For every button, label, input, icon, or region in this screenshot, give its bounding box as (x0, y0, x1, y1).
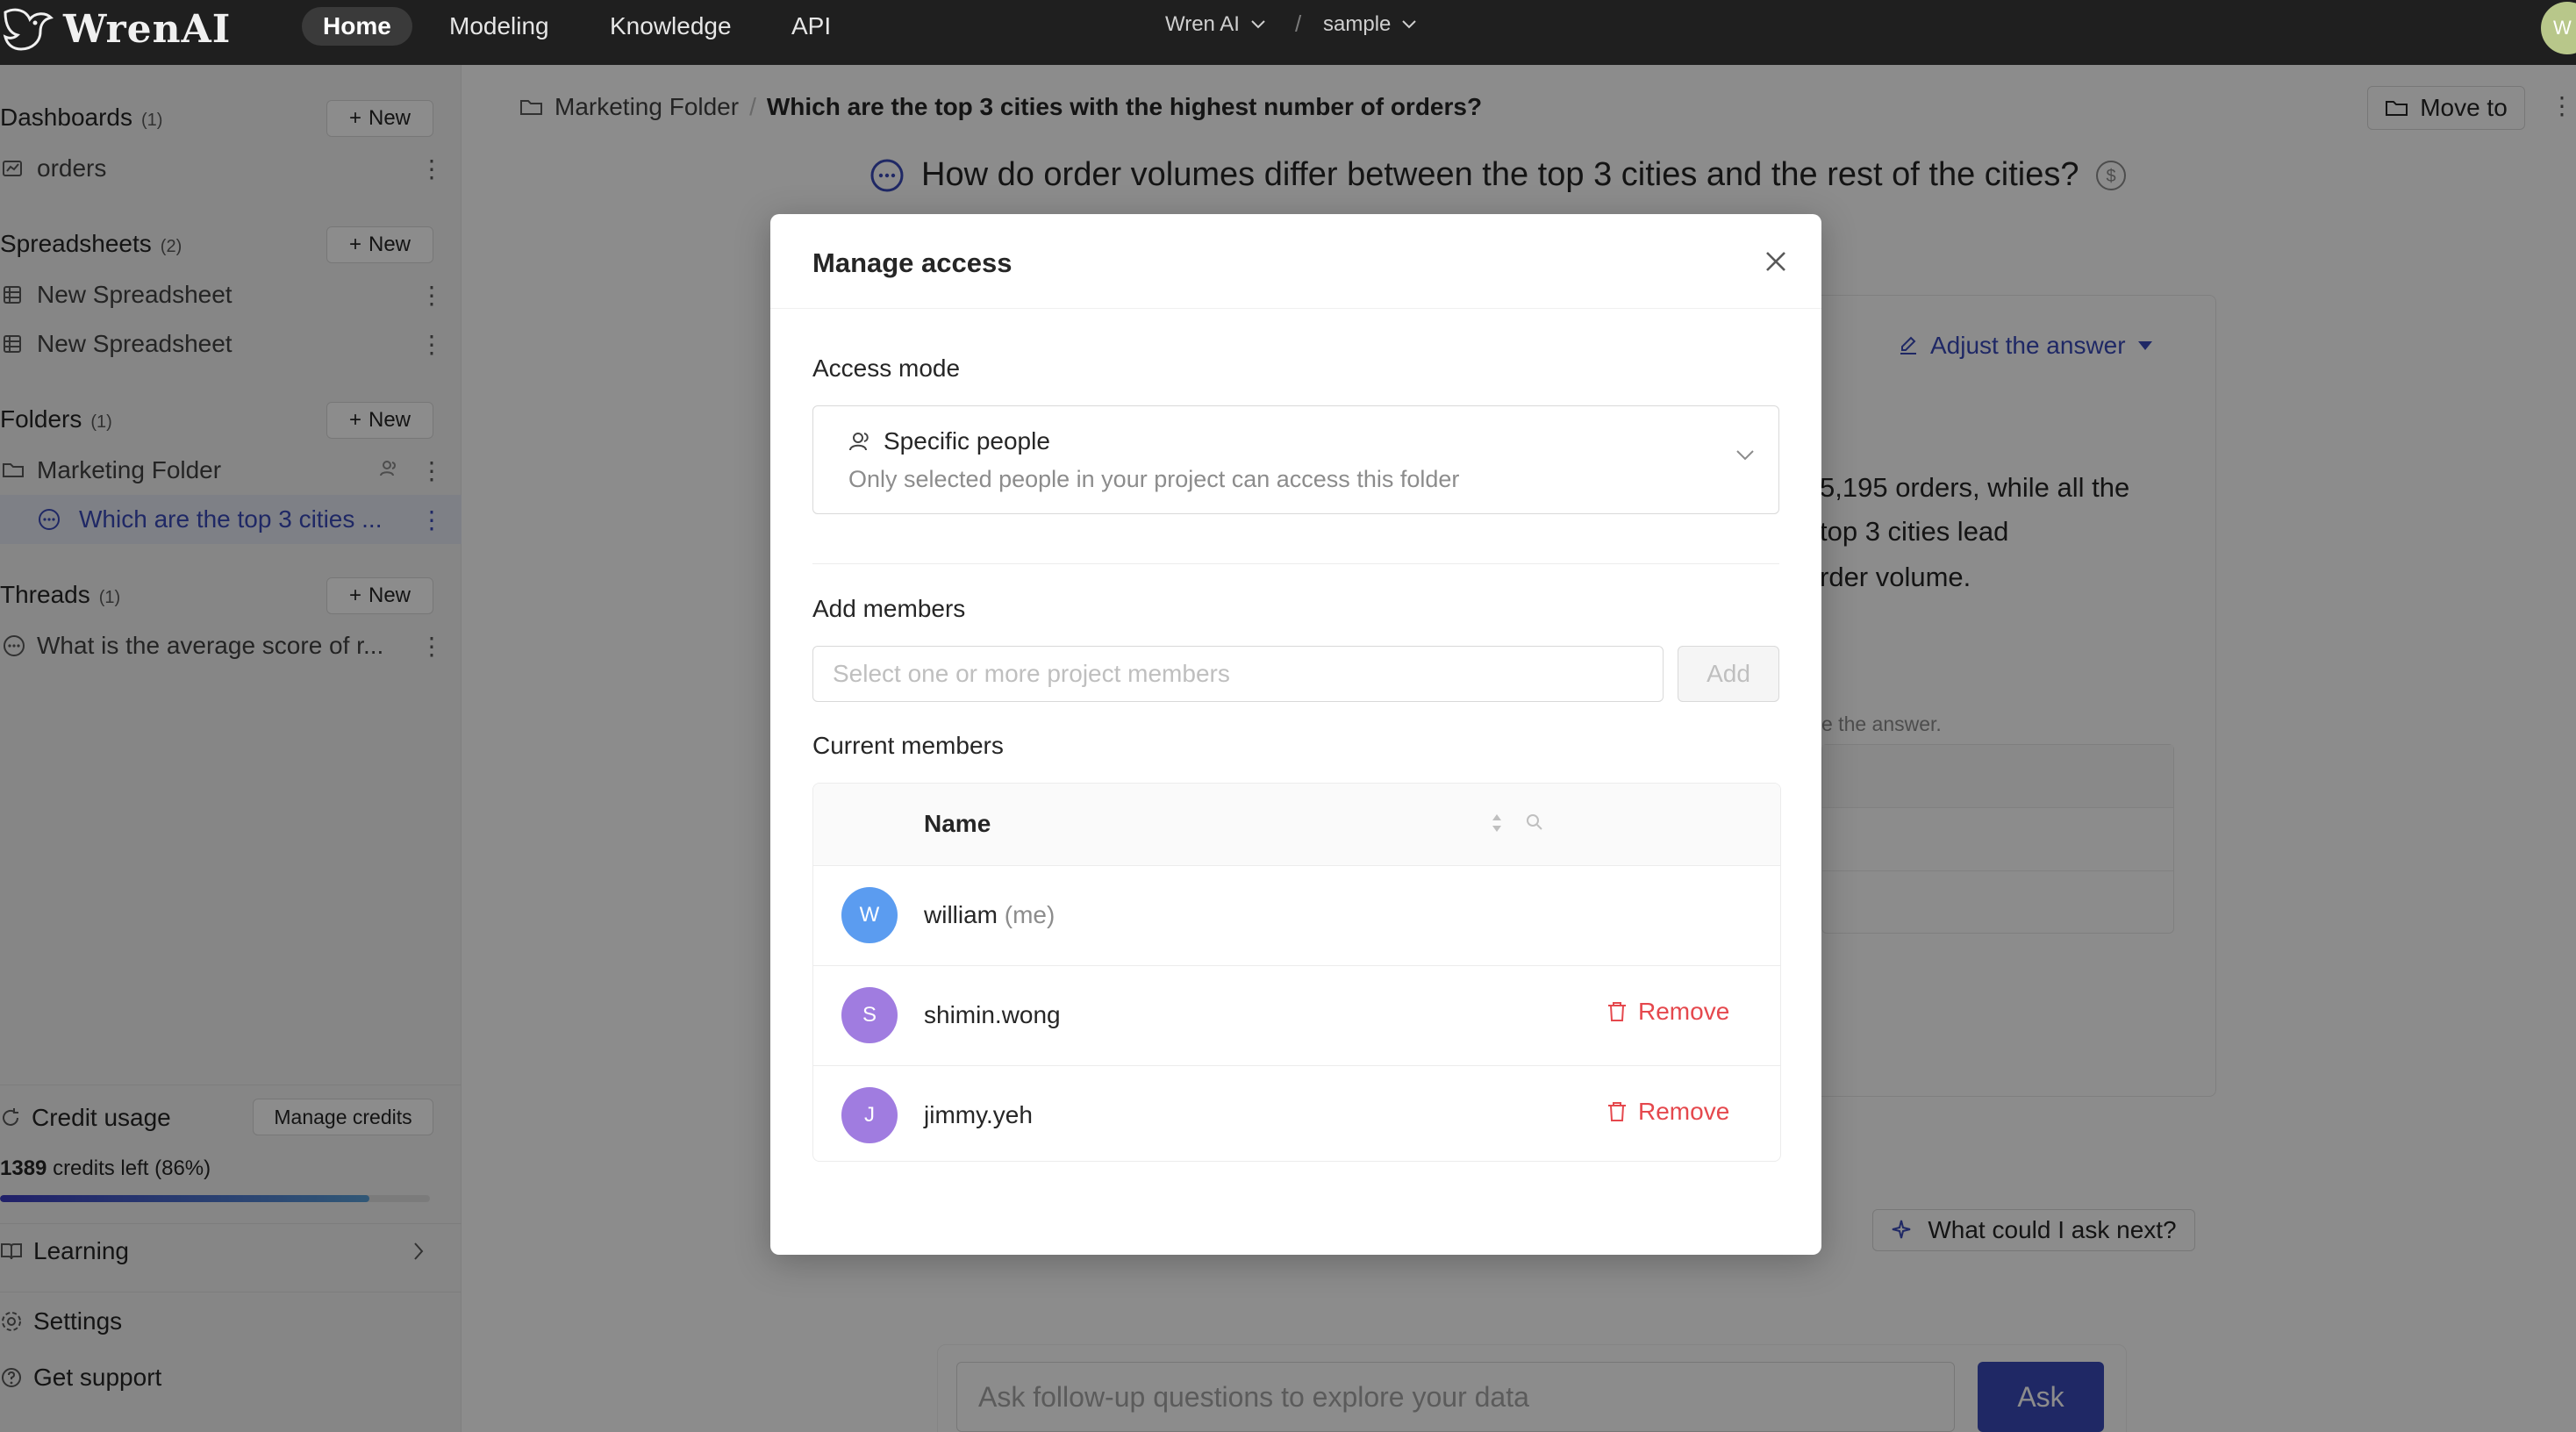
remove-label: Remove (1638, 998, 1730, 1025)
access-mode-value-text: Specific people (884, 427, 1050, 455)
chevron-down-icon (1251, 20, 1265, 29)
user-avatar[interactable]: W (2541, 2, 2576, 54)
member-avatar: W (841, 887, 898, 943)
nav-knowledge[interactable]: Knowledge (610, 7, 732, 46)
chevron-down-icon (1736, 450, 1754, 461)
member-me-tag: (me) (1004, 901, 1055, 928)
nav-api[interactable]: API (791, 7, 831, 46)
access-mode-description: Only selected people in your project can… (848, 466, 1460, 492)
member-row: S shimin.wong Remove (813, 966, 1780, 1066)
name-column-header[interactable]: Name (924, 810, 991, 838)
nav-home[interactable]: Home (302, 7, 412, 46)
remove-member-button[interactable]: Remove (1606, 1098, 1729, 1126)
member-name: shimin.wong (924, 1001, 1061, 1028)
add-member-button[interactable]: Add (1678, 646, 1779, 702)
remove-label: Remove (1638, 1098, 1730, 1125)
modal-title: Manage access (812, 247, 1013, 278)
members-select-input[interactable]: Select one or more project members (812, 646, 1664, 702)
members-table: Name W william (me) S shimin.wong Remove… (812, 783, 1781, 1162)
project-separator: / (1295, 11, 1302, 37)
add-members-label: Add members (812, 595, 966, 622)
manage-access-modal: Manage access Access mode Specific peopl… (770, 214, 1821, 1255)
member-avatar: J (841, 1087, 898, 1143)
project-selector[interactable]: sample (1323, 12, 1417, 37)
chevron-down-icon (1402, 20, 1417, 29)
workspace-name: Wren AI (1165, 12, 1240, 36)
members-table-header: Name (813, 784, 1780, 866)
sort-icon[interactable] (1489, 810, 1505, 836)
close-icon[interactable] (1760, 246, 1792, 277)
workspace-selector[interactable]: Wren AI (1165, 12, 1266, 37)
wrenai-logo[interactable]: WrenAI (0, 4, 231, 54)
wren-bird-icon (3, 8, 54, 51)
people-icon (849, 433, 869, 451)
member-name: william (me) (924, 901, 1055, 929)
nav-modeling[interactable]: Modeling (449, 7, 549, 46)
trash-icon (1608, 1102, 1626, 1121)
modal-divider (812, 563, 1779, 564)
member-row: J jimmy.yeh Remove (813, 1066, 1780, 1161)
access-mode-select[interactable]: Specific people Only selected people in … (812, 405, 1779, 514)
access-mode-label: Access mode (812, 354, 961, 382)
member-row: W william (me) (813, 866, 1780, 966)
access-mode-value: Specific people (848, 427, 1050, 455)
current-members-label: Current members (812, 732, 1004, 759)
trash-icon (1608, 1002, 1626, 1021)
member-name-text: william (924, 901, 998, 928)
logo-text: WrenAI (63, 6, 232, 52)
member-avatar: S (841, 987, 898, 1043)
search-icon[interactable] (1524, 812, 1545, 833)
remove-member-button[interactable]: Remove (1606, 998, 1729, 1026)
modal-header: Manage access (770, 214, 1821, 309)
top-navigation-bar: WrenAI Home Modeling Knowledge API Wren … (0, 0, 2576, 65)
project-name: sample (1323, 12, 1392, 36)
member-name: jimmy.yeh (924, 1101, 1033, 1128)
